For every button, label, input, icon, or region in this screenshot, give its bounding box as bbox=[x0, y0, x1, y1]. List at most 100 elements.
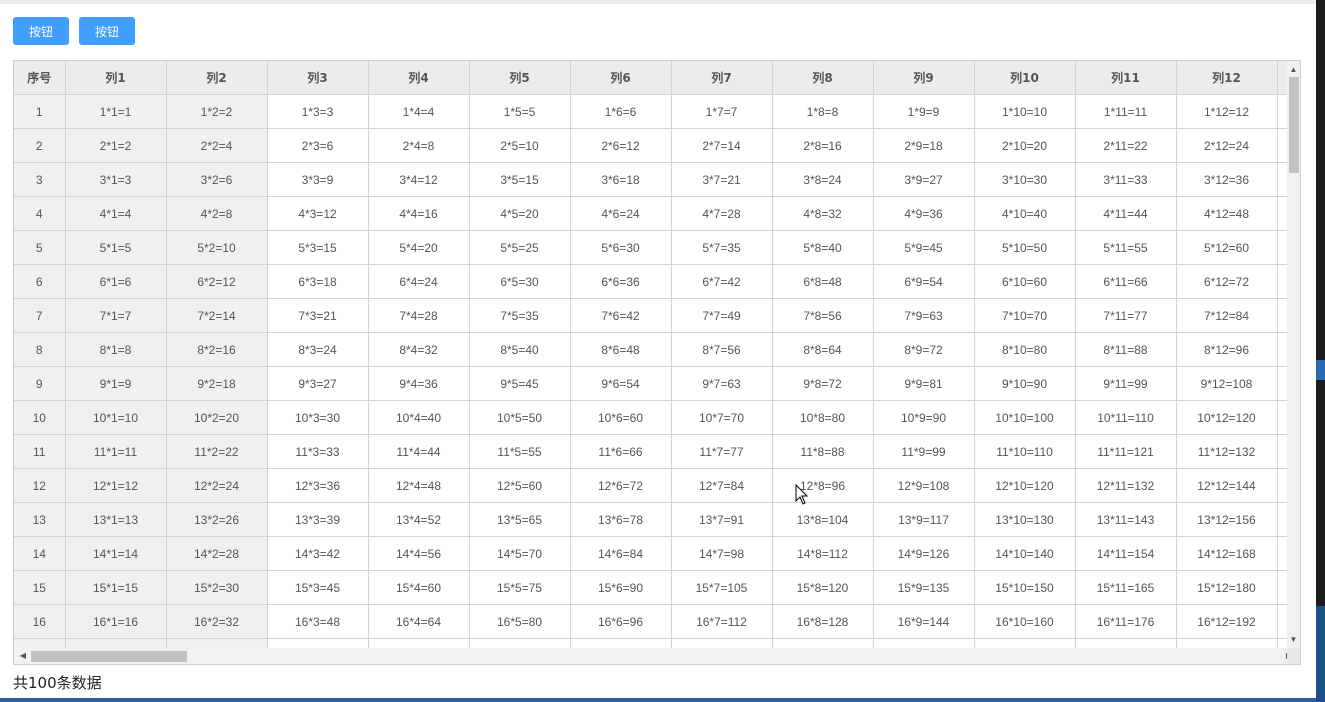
table-cell[interactable]: 5*4=20 bbox=[368, 230, 470, 265]
table-cell[interactable]: 2*11=22 bbox=[1075, 128, 1177, 163]
table-cell[interactable]: 3*4=12 bbox=[368, 162, 470, 197]
table-cell[interactable]: 5*9=45 bbox=[873, 230, 975, 265]
table-cell[interactable]: 12*7=84 bbox=[671, 468, 773, 503]
table-cell[interactable]: 5*12=60 bbox=[1176, 230, 1278, 265]
scroll-left-arrow-icon[interactable]: ◀ bbox=[16, 648, 30, 664]
table-row[interactable]: 9 9*1=9 9*2=18 9*3=27 9*4=36 9*5=45 9*6=54 9*7=… bbox=[14, 366, 1287, 401]
table-cell[interactable]: 15*8=120 bbox=[772, 570, 874, 605]
horizontal-scrollbar[interactable]: ◀ ▶ bbox=[14, 648, 1292, 664]
table-cell[interactable]: 16*7=112 bbox=[671, 604, 773, 639]
column-header-index[interactable]: 序号 bbox=[14, 61, 66, 95]
column-header[interactable]: 列7 bbox=[671, 61, 773, 95]
table-cell[interactable]: 13*2=26 bbox=[166, 502, 268, 537]
table-cell[interactable]: 8*9=72 bbox=[873, 332, 975, 367]
table-cell[interactable]: 12*10=120 bbox=[974, 468, 1076, 503]
table-cell[interactable]: 14*5=70 bbox=[469, 536, 571, 571]
table-cell[interactable]: 7*3=21 bbox=[267, 298, 369, 333]
table-row[interactable]: 6 6*1=6 6*2=12 6*3=18 6*4=24 6*5=30 6*6=36 6*7=… bbox=[14, 264, 1287, 299]
table-cell[interactable]: 12*4=48 bbox=[368, 468, 470, 503]
table-cell[interactable]: 7*9=63 bbox=[873, 298, 975, 333]
table-cell[interactable] bbox=[1277, 604, 1287, 639]
table-cell[interactable]: 14*10=140 bbox=[974, 536, 1076, 571]
table-cell[interactable] bbox=[1277, 366, 1287, 401]
table-cell[interactable] bbox=[772, 638, 874, 648]
table-cell[interactable]: 7*6=42 bbox=[570, 298, 672, 333]
table-cell[interactable] bbox=[570, 638, 672, 648]
table-cell[interactable]: 14*3=42 bbox=[267, 536, 369, 571]
table-cell[interactable]: 6*4=24 bbox=[368, 264, 470, 299]
table-cell[interactable]: 3*2=6 bbox=[166, 162, 268, 197]
table-row[interactable]: 10 10*1=10 10*2=20 10*3=30 10*4=40 10*5=50 10*… bbox=[14, 400, 1287, 435]
table-cell[interactable]: 1*7=7 bbox=[671, 94, 773, 129]
column-header[interactable]: 列8 bbox=[772, 61, 874, 95]
table-cell[interactable] bbox=[1277, 638, 1287, 648]
table-cell[interactable]: 11*3=33 bbox=[267, 434, 369, 469]
table-cell[interactable]: 3*8=24 bbox=[772, 162, 874, 197]
table-cell[interactable]: 6*11=66 bbox=[1075, 264, 1177, 299]
table-cell[interactable]: 13*8=104 bbox=[772, 502, 874, 537]
table-cell[interactable]: 13*1=13 bbox=[65, 502, 167, 537]
table-cell[interactable] bbox=[267, 638, 369, 648]
table-cell[interactable]: 10*12=120 bbox=[1176, 400, 1278, 435]
table-cell[interactable] bbox=[368, 638, 470, 648]
table-cell[interactable]: 15*7=105 bbox=[671, 570, 773, 605]
table-cell[interactable]: 6*8=48 bbox=[772, 264, 874, 299]
table-cell[interactable]: 2*5=10 bbox=[469, 128, 571, 163]
row-index-cell[interactable]: 7 bbox=[14, 298, 66, 333]
toolbar-button-1[interactable]: 按钮 bbox=[13, 17, 69, 45]
table-cell[interactable]: 16*4=64 bbox=[368, 604, 470, 639]
table-cell[interactable]: 9*11=99 bbox=[1075, 366, 1177, 401]
table-cell[interactable]: 1*2=2 bbox=[166, 94, 268, 129]
row-index-cell[interactable]: 10 bbox=[14, 400, 66, 435]
table-cell[interactable]: 10*7=70 bbox=[671, 400, 773, 435]
vertical-scroll-thumb[interactable] bbox=[1289, 77, 1299, 173]
table-row[interactable]: 2 2*1=2 2*2=4 2*3=6 2*4=8 2*5=10 2*6=12 2*7=14 2… bbox=[14, 128, 1287, 163]
table-cell[interactable]: 9*7=63 bbox=[671, 366, 773, 401]
table-cell[interactable]: 15*11=165 bbox=[1075, 570, 1177, 605]
table-cell[interactable]: 3*12=36 bbox=[1176, 162, 1278, 197]
table-cell[interactable]: 14*12=168 bbox=[1176, 536, 1278, 571]
table-cell[interactable] bbox=[1277, 570, 1287, 605]
row-index-cell[interactable] bbox=[14, 638, 66, 648]
row-index-cell[interactable]: 4 bbox=[14, 196, 66, 231]
table-cell[interactable]: 9*8=72 bbox=[772, 366, 874, 401]
table-cell[interactable]: 6*3=18 bbox=[267, 264, 369, 299]
table-cell[interactable]: 12*9=108 bbox=[873, 468, 975, 503]
table-cell[interactable]: 2*12=24 bbox=[1176, 128, 1278, 163]
table-cell[interactable]: 9*2=18 bbox=[166, 366, 268, 401]
table-cell[interactable]: 1*11=11 bbox=[1075, 94, 1177, 129]
table-cell[interactable]: 10*9=90 bbox=[873, 400, 975, 435]
row-index-cell[interactable]: 15 bbox=[14, 570, 66, 605]
table-cell[interactable]: 12*8=96 bbox=[772, 468, 874, 503]
table-cell[interactable] bbox=[1075, 638, 1177, 648]
table-cell[interactable]: 10*8=80 bbox=[772, 400, 874, 435]
table-cell[interactable]: 6*6=36 bbox=[570, 264, 672, 299]
table-row[interactable]: 11 11*1=11 11*2=22 11*3=33 11*4=44 11*5=55 11*… bbox=[14, 434, 1287, 469]
table-cell[interactable]: 14*8=112 bbox=[772, 536, 874, 571]
column-header[interactable]: 列2 bbox=[166, 61, 268, 95]
table-cell[interactable]: 12*1=12 bbox=[65, 468, 167, 503]
table-cell[interactable]: 2*4=8 bbox=[368, 128, 470, 163]
table-cell[interactable]: 3*5=15 bbox=[469, 162, 571, 197]
table-cell[interactable]: 9*3=27 bbox=[267, 366, 369, 401]
table-cell[interactable]: 9*4=36 bbox=[368, 366, 470, 401]
table-cell[interactable]: 1*1=1 bbox=[65, 94, 167, 129]
table-cell[interactable]: 5*6=30 bbox=[570, 230, 672, 265]
table-cell[interactable]: 10*11=110 bbox=[1075, 400, 1177, 435]
row-index-cell[interactable]: 14 bbox=[14, 536, 66, 571]
table-cell[interactable] bbox=[469, 638, 571, 648]
table-row[interactable]: 8 8*1=8 8*2=16 8*3=24 8*4=32 8*5=40 8*6=48 8*7=… bbox=[14, 332, 1287, 367]
table-cell[interactable]: 5*3=15 bbox=[267, 230, 369, 265]
table-cell[interactable]: 3*11=33 bbox=[1075, 162, 1177, 197]
table-cell[interactable]: 13*6=78 bbox=[570, 502, 672, 537]
table-cell[interactable] bbox=[1277, 162, 1287, 197]
table-cell[interactable] bbox=[671, 638, 773, 648]
table-cell[interactable]: 11*1=11 bbox=[65, 434, 167, 469]
table-cell[interactable]: 2*8=16 bbox=[772, 128, 874, 163]
table-cell[interactable]: 13*9=117 bbox=[873, 502, 975, 537]
vertical-scrollbar[interactable]: ▲ ▼ bbox=[1287, 61, 1300, 648]
table-row[interactable]: 5 5*1=5 5*2=10 5*3=15 5*4=20 5*5=25 5*6=30 5*7=… bbox=[14, 230, 1287, 265]
table-cell[interactable]: 6*7=42 bbox=[671, 264, 773, 299]
table-cell[interactable]: 12*6=72 bbox=[570, 468, 672, 503]
table-cell[interactable]: 16*12=192 bbox=[1176, 604, 1278, 639]
